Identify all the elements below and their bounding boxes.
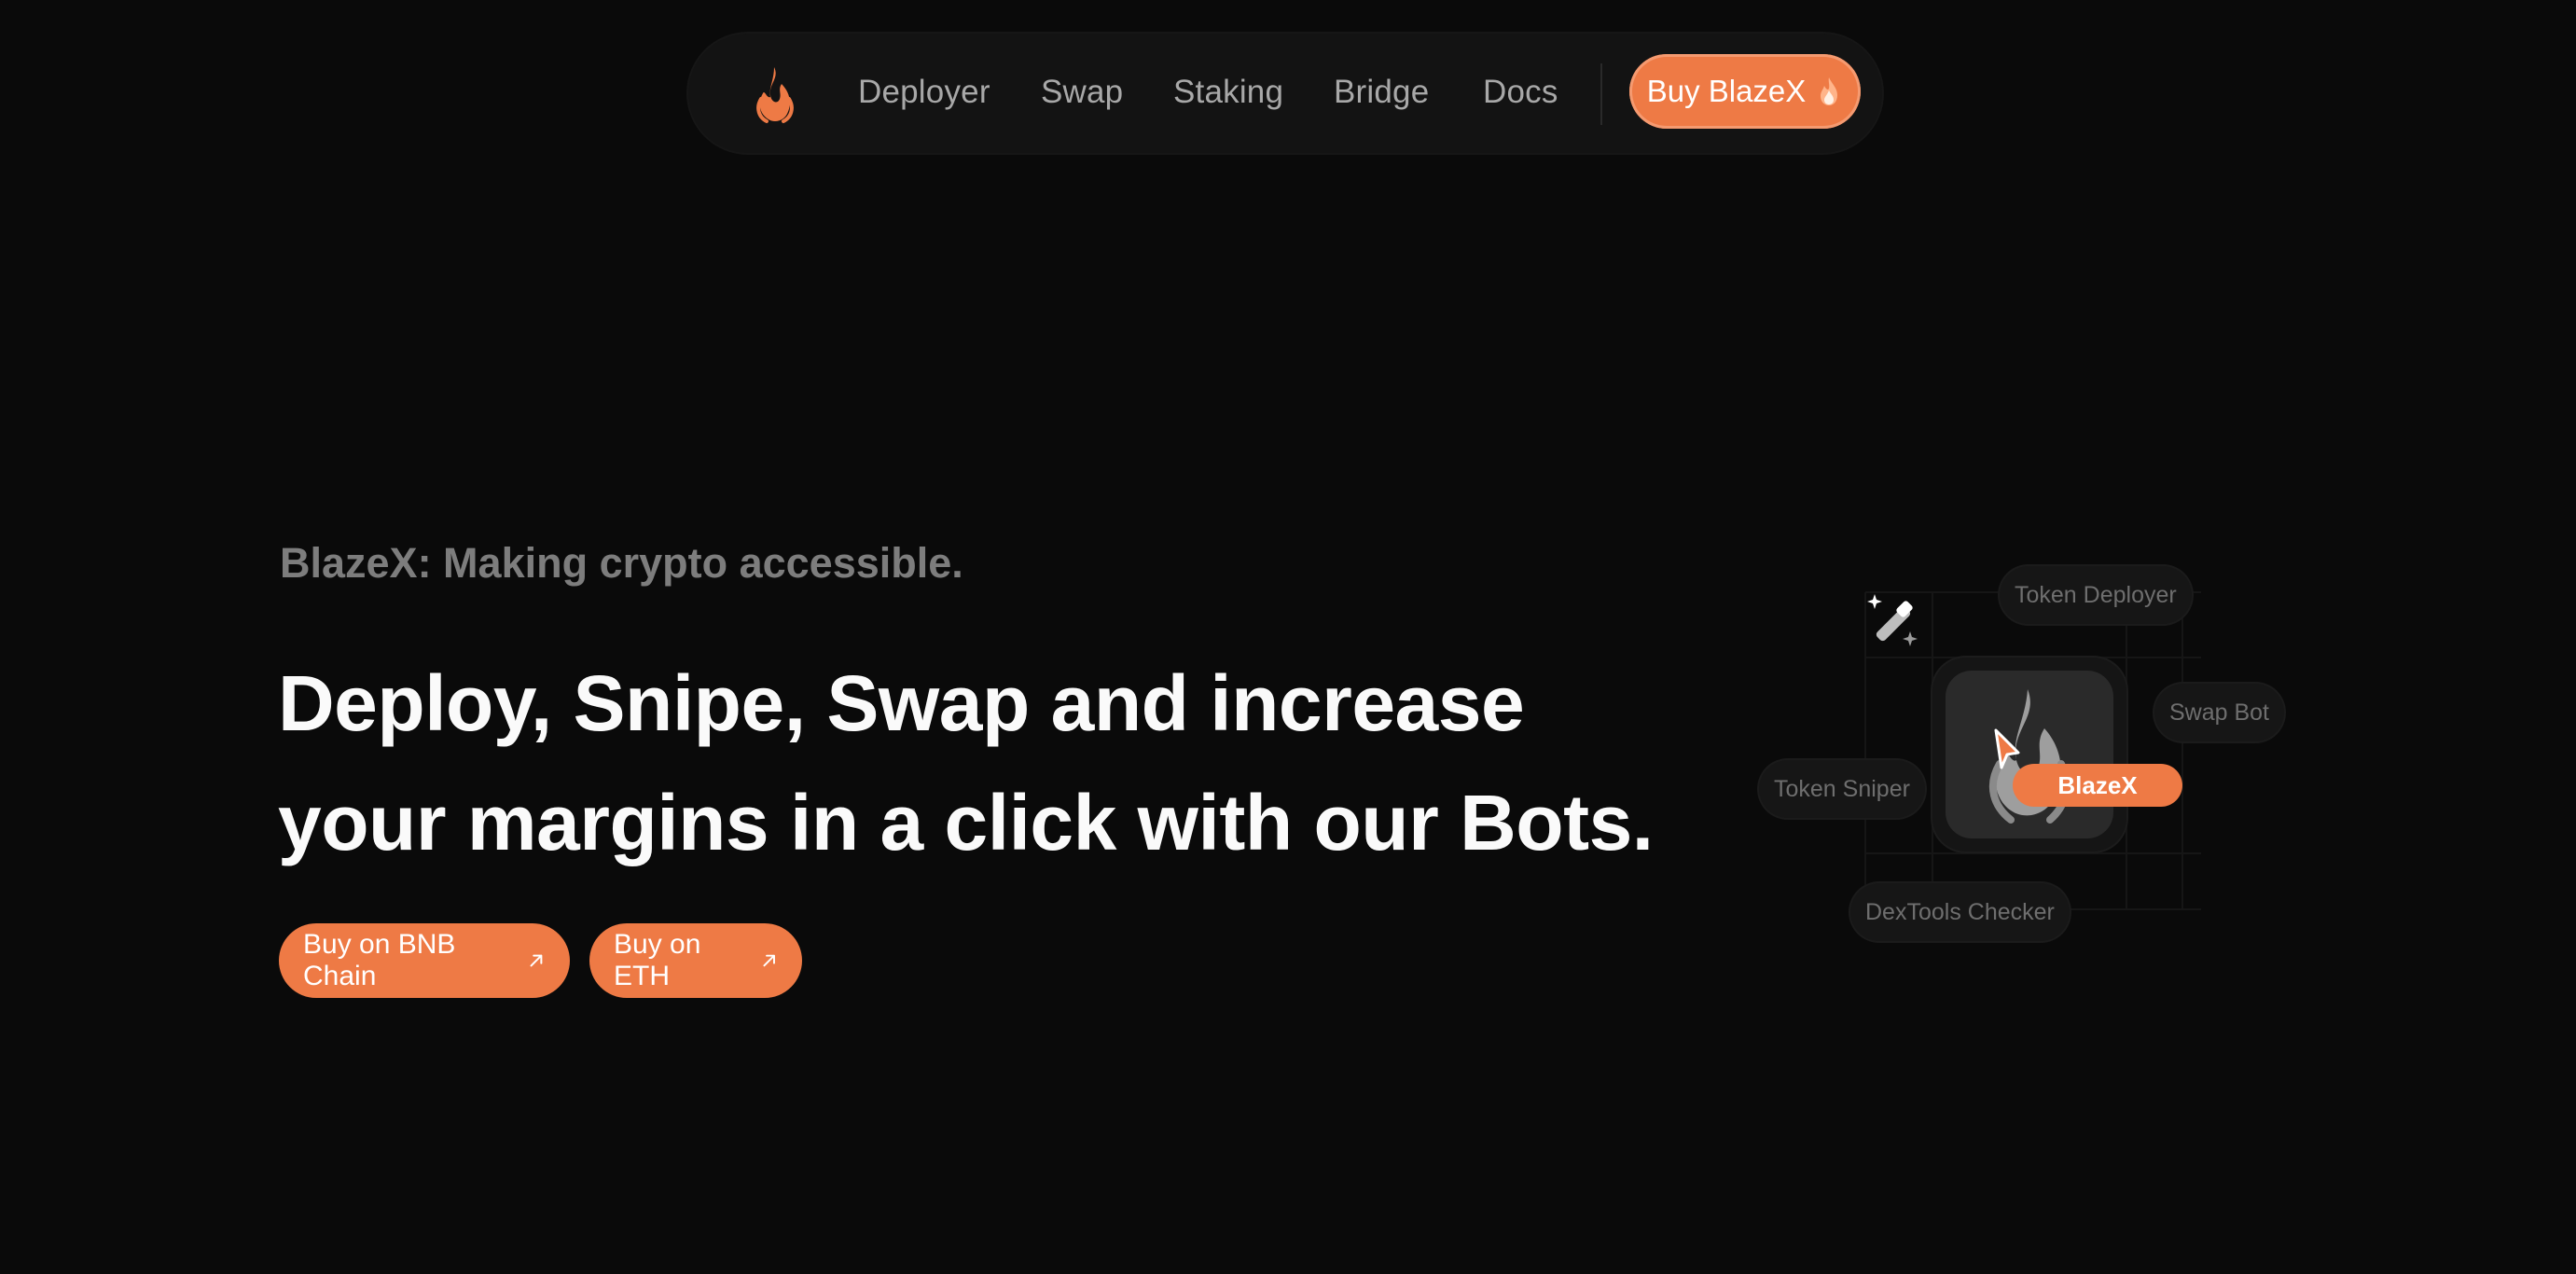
blazex-badge: BlazeX	[2013, 764, 2182, 807]
top-navigation: Deployer Swap Staking Bridge Docs Buy Bl…	[688, 34, 1882, 153]
buy-on-bnb-chain-button[interactable]: Buy on BNB Chain	[279, 923, 570, 998]
nav-link-docs[interactable]: Docs	[1483, 73, 1558, 112]
dextools-checker-tag: DexTools Checker	[1850, 883, 2070, 941]
nav-divider	[1600, 63, 1602, 125]
buy-on-eth-button[interactable]: Buy on ETH	[589, 923, 802, 998]
fire-icon	[1821, 77, 1838, 105]
blazex-app-tile	[1932, 658, 2126, 852]
token-deployer-tag: Token Deployer	[2000, 566, 2192, 624]
buy-blazex-button[interactable]: Buy BlazeX	[1629, 54, 1861, 129]
token-sniper-tag: Token Sniper	[1759, 760, 1925, 818]
nav-link-bridge[interactable]: Bridge	[1334, 73, 1429, 112]
blazex-flame-icon	[1988, 689, 2070, 824]
hero-headline: Deploy, Snipe, Swap and increase your ma…	[278, 644, 1677, 882]
nav-link-staking[interactable]: Staking	[1173, 73, 1283, 112]
buy-blazex-label: Buy BlazeX	[1646, 74, 1807, 108]
swap-bot-tag: Swap Bot	[2154, 684, 2285, 741]
blazex-app-tile-inner	[1946, 671, 2113, 838]
arrow-up-right-icon	[530, 954, 543, 967]
blazex-logo-icon[interactable]	[742, 62, 808, 127]
buy-on-bnb-chain-label: Buy on BNB Chain	[303, 929, 456, 991]
page: Deployer Swap Staking Bridge Docs Buy Bl…	[0, 0, 2576, 1274]
buy-on-eth-label: Buy on ETH	[614, 929, 701, 991]
arrow-up-right-icon	[763, 954, 775, 967]
hero-tagline: BlazeX: Making crypto accessible.	[280, 539, 963, 587]
nav-link-swap[interactable]: Swap	[1041, 73, 1123, 112]
hero-headline-line-2: your margins in a click with our Bots.	[278, 779, 1654, 866]
nav-link-deployer[interactable]: Deployer	[858, 73, 990, 112]
bots-illustration: Token Deployer Swap Bot Token Sniper Dex…	[1753, 555, 2313, 956]
hero-headline-line-1: Deploy, Snipe, Swap and increase	[278, 659, 1525, 747]
magic-wand-icon	[1867, 594, 1918, 646]
